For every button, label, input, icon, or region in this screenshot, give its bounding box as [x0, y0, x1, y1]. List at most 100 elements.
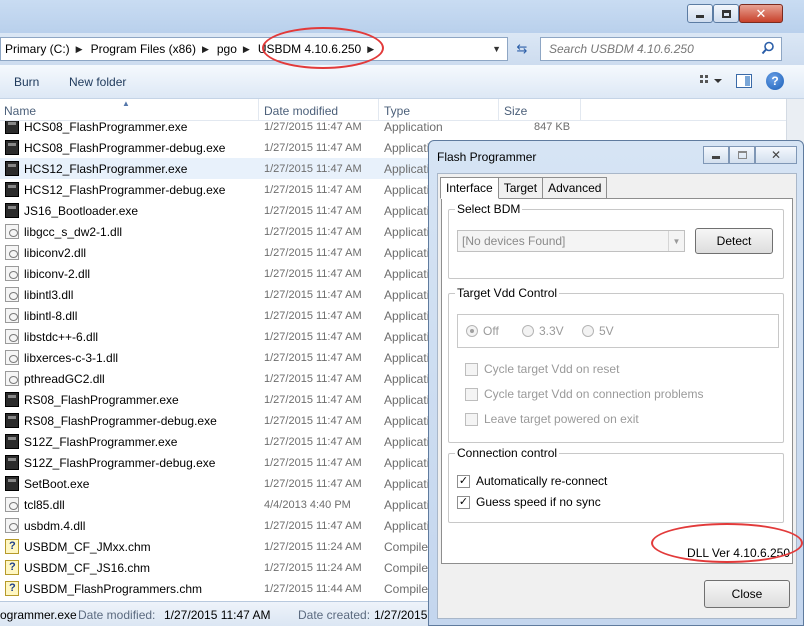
file-name: RS08_FlashProgrammer-debug.exe — [24, 413, 217, 428]
vdd-5v-radio[interactable]: 5V — [582, 324, 614, 338]
tab-advanced[interactable]: Advanced — [542, 177, 608, 198]
column-date-modified[interactable]: Date modified — [264, 104, 338, 118]
checkmark-icon: ✓ — [457, 474, 470, 488]
file-type: Applicati — [384, 497, 430, 512]
bdm-select[interactable]: [No devices Found] ▼ — [457, 230, 685, 252]
chevron-right-icon[interactable]: ▶ — [202, 44, 209, 55]
new-folder-button[interactable]: New folder — [69, 75, 126, 89]
chevron-right-icon[interactable]: ▶ — [76, 44, 83, 55]
file-type: Compile — [384, 539, 429, 554]
search-icon[interactable] — [761, 41, 775, 55]
address-bar[interactable]: Primary (C:) ▶ Program Files (x86) ▶ pgo ▶ … — [0, 37, 508, 61]
file-date: 1/27/2015 11:47 AM — [264, 372, 362, 385]
file-name: tcl85.dll — [24, 497, 65, 512]
file-name: HCS08_FlashProgrammer.exe — [24, 121, 188, 134]
dialog-minimize-button[interactable] — [703, 146, 729, 164]
guess-speed-checkbox[interactable]: ✓ Guess speed if no sync — [457, 495, 601, 509]
view-options-icon[interactable] — [700, 74, 722, 88]
file-name: libgcc_s_dw2-1.dll — [24, 224, 123, 239]
file-name: S12Z_FlashProgrammer.exe — [24, 434, 178, 449]
dll-icon — [5, 245, 19, 260]
dialog-close-button[interactable]: ✕ — [755, 146, 797, 164]
file-date: 1/27/2015 11:47 AM — [264, 351, 362, 364]
vdd-3v3-radio[interactable]: 3.3V — [522, 324, 564, 338]
auto-reconnect-checkbox[interactable]: ✓ Automatically re-connect — [457, 474, 607, 488]
file-name: HCS12_FlashProgrammer.exe — [24, 161, 188, 176]
refresh-button[interactable]: ⇆ — [510, 38, 534, 60]
file-date: 1/27/2015 11:47 AM — [264, 519, 362, 532]
file-type: Applicati — [384, 434, 430, 449]
minimize-button[interactable] — [687, 4, 713, 23]
file-type: Compile — [384, 581, 429, 596]
close-button[interactable]: Close — [704, 580, 790, 608]
file-name: RS08_FlashProgrammer.exe — [24, 392, 179, 407]
dll-icon — [5, 266, 19, 281]
dll-icon — [5, 329, 19, 344]
address-row: Primary (C:) ▶ Program Files (x86) ▶ pgo ▶ … — [0, 33, 804, 65]
file-type: Applicati — [384, 518, 430, 533]
file-type: Applicati — [384, 287, 430, 302]
breadcrumb-usbdm[interactable]: USBDM 4.10.6.250 ▶ — [254, 42, 378, 56]
burn-button[interactable]: Burn — [14, 75, 39, 89]
file-type: Compile — [384, 560, 429, 575]
connection-control-group: Connection control ✓ Automatically re-con… — [448, 446, 784, 523]
file-type: Application — [384, 121, 443, 134]
column-type[interactable]: Type — [384, 104, 410, 118]
file-type: Applicati — [384, 476, 430, 491]
target-vdd-group: Target Vdd Control Off 3.3V 5V Cycle tar… — [448, 286, 784, 443]
chevron-down-icon[interactable]: ▼ — [668, 231, 684, 251]
chm-icon — [5, 581, 19, 596]
file-type: Applicati — [384, 350, 430, 365]
dll-version-label: DLL Ver 4.10.6.250 — [687, 546, 790, 560]
exe-icon — [5, 161, 19, 176]
details-created-value: 1/27/2015 — [374, 608, 428, 622]
dialog-maximize-button[interactable] — [729, 146, 755, 164]
file-date: 1/27/2015 11:47 AM — [264, 309, 362, 322]
exe-icon — [5, 476, 19, 491]
dialog-body: Interface Target Advanced Select BDM [No… — [437, 173, 797, 619]
file-name: S12Z_FlashProgrammer-debug.exe — [24, 455, 216, 470]
file-name: libintl-8.dll — [24, 308, 78, 323]
leave-powered-checkbox[interactable]: Leave target powered on exit — [465, 412, 639, 426]
breadcrumb-pgo[interactable]: pgo ▶ — [213, 42, 254, 56]
file-type: Applicati — [384, 224, 430, 239]
file-name: SetBoot.exe — [24, 476, 90, 491]
column-name[interactable]: Name — [4, 104, 36, 118]
file-type: Applicati — [384, 266, 430, 281]
file-name: libstdc++-6.dll — [24, 329, 99, 344]
close-window-button[interactable]: ✕ — [739, 4, 783, 23]
breadcrumb-drive[interactable]: Primary (C:) ▶ — [1, 42, 87, 56]
target-vdd-label: Target Vdd Control — [455, 286, 560, 300]
exe-icon — [5, 455, 19, 470]
file-date: 1/27/2015 11:47 AM — [264, 246, 362, 259]
search-input[interactable]: Search USBDM 4.10.6.250 — [540, 37, 782, 61]
detect-button[interactable]: Detect — [695, 228, 773, 254]
tab-target[interactable]: Target — [497, 177, 544, 198]
file-date: 1/27/2015 11:47 AM — [264, 121, 362, 133]
preview-pane-icon[interactable] — [736, 74, 752, 88]
file-name: libxerces-c-3-1.dll — [24, 350, 119, 365]
breadcrumb-program-files[interactable]: Program Files (x86) ▶ — [87, 42, 213, 56]
file-date: 1/27/2015 11:47 AM — [264, 414, 362, 427]
file-row[interactable]: HCS08_FlashProgrammer.exe 1/27/2015 11:47… — [0, 121, 786, 137]
connection-control-label: Connection control — [455, 446, 560, 460]
chevron-right-icon[interactable]: ▶ — [243, 44, 250, 55]
cycle-vdd-reset-checkbox[interactable]: Cycle target Vdd on reset — [465, 362, 619, 376]
vdd-off-radio[interactable]: Off — [466, 324, 499, 338]
file-type: Applicati — [384, 371, 430, 386]
checkmark-icon: ✓ — [457, 495, 470, 509]
file-name: libiconv2.dll — [24, 245, 87, 260]
refresh-icon: ⇆ — [516, 41, 528, 56]
tab-interface[interactable]: Interface — [440, 177, 499, 199]
file-date: 1/27/2015 11:47 AM — [264, 141, 362, 154]
chm-icon — [5, 539, 19, 554]
file-name: usbdm.4.dll — [24, 518, 86, 533]
maximize-button[interactable] — [713, 4, 739, 23]
address-dropdown-icon[interactable]: ▼ — [492, 44, 501, 54]
chevron-right-icon[interactable]: ▶ — [367, 44, 374, 55]
help-icon[interactable]: ? — [766, 72, 784, 90]
cycle-vdd-connection-checkbox[interactable]: Cycle target Vdd on connection problems — [465, 387, 703, 401]
dialog-tabs: Interface Target Advanced — [440, 177, 608, 199]
column-size[interactable]: Size — [504, 104, 527, 118]
file-date: 1/27/2015 11:47 AM — [264, 183, 362, 196]
